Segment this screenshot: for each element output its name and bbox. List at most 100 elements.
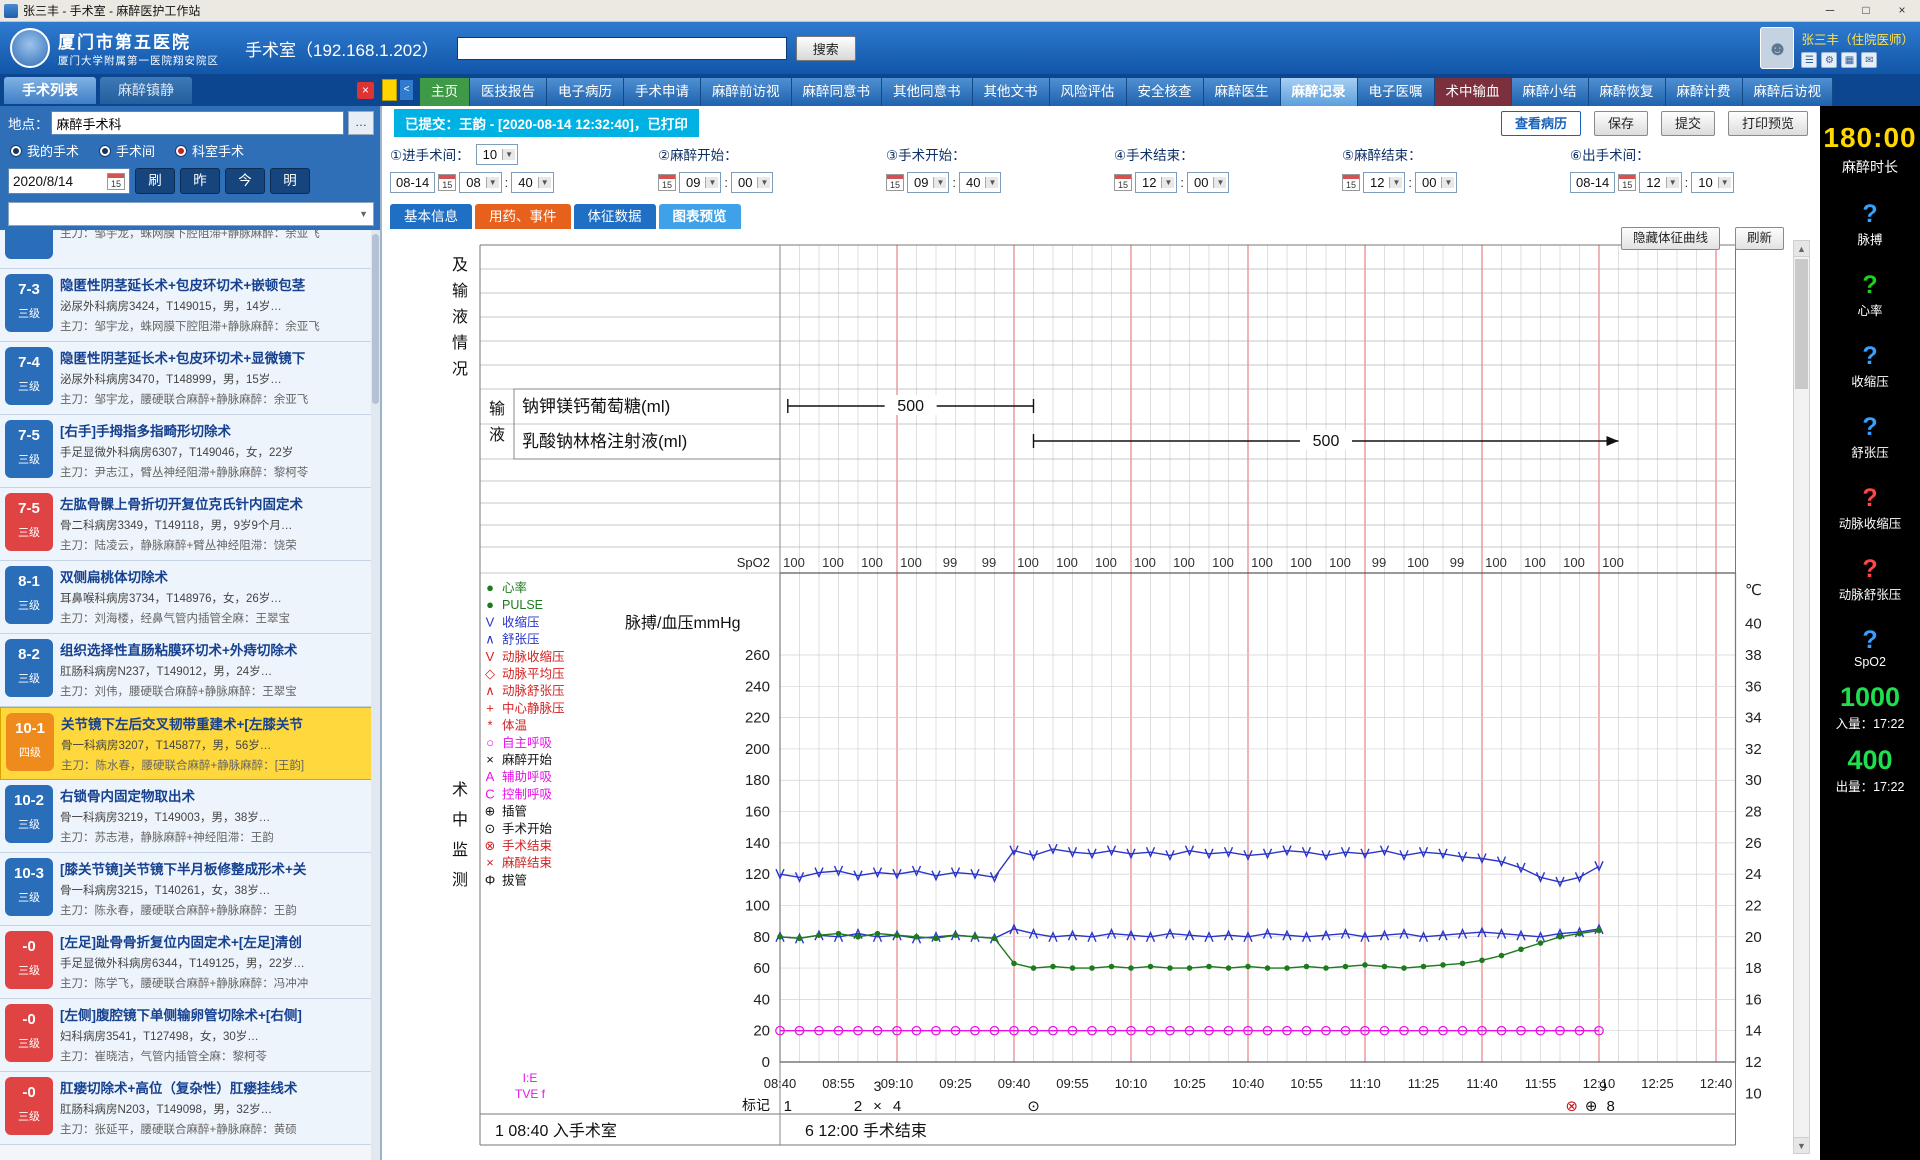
hour-select[interactable]: 08▼: [459, 172, 501, 193]
button-提交[interactable]: 提交: [1661, 111, 1715, 136]
close-button[interactable]: ×: [1884, 0, 1920, 21]
search-button[interactable]: 搜索: [796, 36, 856, 61]
tab-麻醉恢复[interactable]: 麻醉恢复: [1589, 78, 1666, 106]
surgery-list-item[interactable]: 8-1三级双侧扁桃体切除术耳鼻喉科病房3734，T148976，女，26岁…主刀…: [0, 561, 380, 634]
minute-select[interactable]: 00▼: [1415, 172, 1457, 193]
search-input[interactable]: [457, 37, 787, 60]
avatar[interactable]: ☻: [1760, 27, 1794, 69]
hour-select[interactable]: 12▼: [1639, 172, 1681, 193]
message-icon[interactable]: ✉: [1861, 52, 1877, 68]
minute-select[interactable]: 00▼: [1187, 172, 1229, 193]
room-select[interactable]: 10▼: [476, 144, 518, 165]
anesthesia-info: 主刀：尹志江，臂丛神经阻滞+静脉麻醉：黎柯苓: [60, 464, 370, 480]
radio-手术间[interactable]: 手术间: [99, 141, 155, 160]
chart-scrollbar[interactable]: ▲ ▼: [1793, 240, 1810, 1154]
surgery-list-item[interactable]: 7-5三级左肱骨髁上骨折切开复位克氏针内固定术骨二科病房3349，T149118…: [0, 488, 380, 561]
hour-select[interactable]: 12▼: [1135, 172, 1177, 193]
calendar-icon[interactable]: 15: [107, 173, 125, 190]
button-刷新[interactable]: 刷新: [1735, 227, 1784, 250]
subtab-体征数据[interactable]: 体征数据: [574, 204, 656, 229]
radio-dot-icon: [175, 145, 187, 157]
tab-电子医嘱[interactable]: 电子医嘱: [1358, 78, 1435, 106]
minute-select[interactable]: 40▼: [959, 172, 1001, 193]
hour-select[interactable]: 12▼: [1363, 172, 1405, 193]
radio-科室手术[interactable]: 科室手术: [175, 141, 244, 160]
surgery-number: 8-1: [5, 573, 53, 590]
date-value[interactable]: 08-14: [1570, 172, 1615, 193]
surgery-list-item[interactable]: -0三级[左侧]腹腔镜下单侧输卵管切除术+[右侧]妇科病房3541，T12749…: [0, 999, 380, 1072]
tab-其他同意书[interactable]: 其他同意书: [882, 78, 973, 106]
hour-select[interactable]: 09▼: [907, 172, 949, 193]
tab-麻醉计费[interactable]: 麻醉计费: [1666, 78, 1743, 106]
calendar-icon[interactable]: 15: [1618, 174, 1636, 191]
surgery-list-item[interactable]: 10-2三级右锁骨内固定物取出术骨一科病房3219，T149003，男，38岁……: [0, 780, 380, 853]
tab-麻醉医生[interactable]: 麻醉医生: [1204, 78, 1281, 106]
date-input[interactable]: 2020/8/14 15: [8, 168, 130, 194]
close-panel-icon[interactable]: ×: [357, 82, 374, 99]
date-value[interactable]: 08-14: [390, 172, 435, 193]
surgery-list-item[interactable]: 7-3三级隐匿性阴茎延长术+包皮环切术+嵌顿包茎泌尿外科病房3424，T1490…: [0, 269, 380, 342]
tab-术中输血[interactable]: 术中输血: [1435, 78, 1512, 106]
calendar-icon[interactable]: 15: [658, 174, 676, 191]
date-button-今[interactable]: 今: [225, 168, 265, 194]
calendar-icon[interactable]: 15: [1114, 174, 1132, 191]
tab-手术申请[interactable]: 手术申请: [624, 78, 701, 106]
tab-安全核查[interactable]: 安全核查: [1127, 78, 1204, 106]
subtab-图表预览[interactable]: 图表预览: [659, 204, 741, 229]
minute-select[interactable]: 10▼: [1691, 172, 1733, 193]
button-打印预览[interactable]: 打印预览: [1728, 111, 1808, 136]
tab-风险评估[interactable]: 风险评估: [1050, 78, 1127, 106]
submitted-status: 已提交：王韵 - [2020-08-14 12:32:40]，已打印: [394, 109, 699, 137]
tab-其他文书[interactable]: 其他文书: [973, 78, 1050, 106]
surgery-list-item[interactable]: 8-2三级组织选择性直肠粘膜环切术+外痔切除术肛肠科病房N237，T149012…: [0, 634, 380, 707]
button-查看病历[interactable]: 查看病历: [1501, 111, 1581, 136]
scroll-up-icon[interactable]: ▲: [1794, 241, 1809, 257]
maximize-button[interactable]: □: [1848, 0, 1884, 21]
surgery-list-item[interactable]: -0三级肛瘘切除术+高位（复杂性）肛瘘挂线术肛肠科病房N203，T149098，…: [0, 1072, 380, 1145]
button-隐藏体征曲线[interactable]: 隐藏体征曲线: [1621, 227, 1720, 250]
tab-麻醉镇静[interactable]: 麻醉镇静: [100, 77, 192, 104]
contacts-icon[interactable]: ☰: [1801, 52, 1817, 68]
calendar-icon[interactable]: 15: [1342, 174, 1360, 191]
schedule-icon[interactable]: ▦: [1841, 52, 1857, 68]
button-保存[interactable]: 保存: [1594, 111, 1648, 136]
subtab-用药、事件[interactable]: 用药、事件: [475, 204, 571, 229]
scroll-down-icon[interactable]: ▼: [1794, 1137, 1809, 1153]
date-button-明[interactable]: 明: [270, 168, 310, 194]
radio-我的手术[interactable]: 我的手术: [10, 141, 79, 160]
tab-电子病历[interactable]: 电子病历: [547, 78, 624, 106]
subtab-基本信息[interactable]: 基本信息: [390, 204, 472, 229]
sidebar-scrollbar[interactable]: [371, 230, 380, 1160]
surgery-list-item[interactable]: 三级泌尿外科病房34…，T149000，男，12岁…主刀：邹宇龙，蛛网膜下腔阻滞…: [0, 230, 380, 269]
surgery-title: 右锁骨内固定物取出术: [60, 785, 370, 805]
filter-select[interactable]: ▼: [8, 202, 374, 226]
scroll-left-icon[interactable]: <: [399, 79, 414, 101]
tab-麻醉前访视[interactable]: 麻醉前访视: [701, 78, 792, 106]
surgery-list-item[interactable]: -0三级[左足]趾骨骨折复位内固定术+[左足]清创手足显微外科病房6344，T1…: [0, 926, 380, 999]
settings-icon[interactable]: ⚙: [1821, 52, 1837, 68]
surgery-list-item[interactable]: 10-1四级关节镜下左后交叉韧带重建术+[左膝关节骨一科病房3207，T1458…: [0, 707, 380, 780]
surgery-list-item[interactable]: 7-4三级隐匿性阴茎延长术+包皮环切术+显微镜下泌尿外科病房3470，T1489…: [0, 342, 380, 415]
location-more-button[interactable]: …: [348, 111, 374, 135]
surgery-list-item[interactable]: 7-5三级[右手]手拇指多指畸形切除术手足显微外科病房6307，T149046，…: [0, 415, 380, 488]
panel-toggle-icon[interactable]: [382, 79, 397, 101]
minimize-button[interactable]: ─: [1812, 0, 1848, 21]
date-button-刷[interactable]: 刷: [135, 168, 175, 194]
location-input[interactable]: [51, 111, 345, 135]
calendar-icon[interactable]: 15: [886, 174, 904, 191]
minute-select[interactable]: 40▼: [511, 172, 553, 193]
date-button-昨[interactable]: 昨: [180, 168, 220, 194]
tab-主页[interactable]: 主页: [420, 78, 470, 106]
tab-手术列表[interactable]: 手术列表: [4, 77, 96, 104]
scrollbar-thumb[interactable]: [1795, 259, 1808, 389]
tab-麻醉小结[interactable]: 麻醉小结: [1512, 78, 1589, 106]
minute-select[interactable]: 00▼: [731, 172, 773, 193]
svg-text:动脉收缩压: 动脉收缩压: [502, 649, 565, 664]
surgery-list-item[interactable]: 10-3三级[膝关节镜]关节镜下半月板修整成形术+关骨一科病房3215，T140…: [0, 853, 380, 926]
tab-麻醉后访视[interactable]: 麻醉后访视: [1743, 78, 1834, 106]
tab-医技报告[interactable]: 医技报告: [470, 78, 547, 106]
tab-麻醉记录[interactable]: 麻醉记录: [1281, 78, 1358, 106]
hour-select[interactable]: 09▼: [679, 172, 721, 193]
calendar-icon[interactable]: 15: [438, 174, 456, 191]
tab-麻醉同意书[interactable]: 麻醉同意书: [792, 78, 883, 106]
